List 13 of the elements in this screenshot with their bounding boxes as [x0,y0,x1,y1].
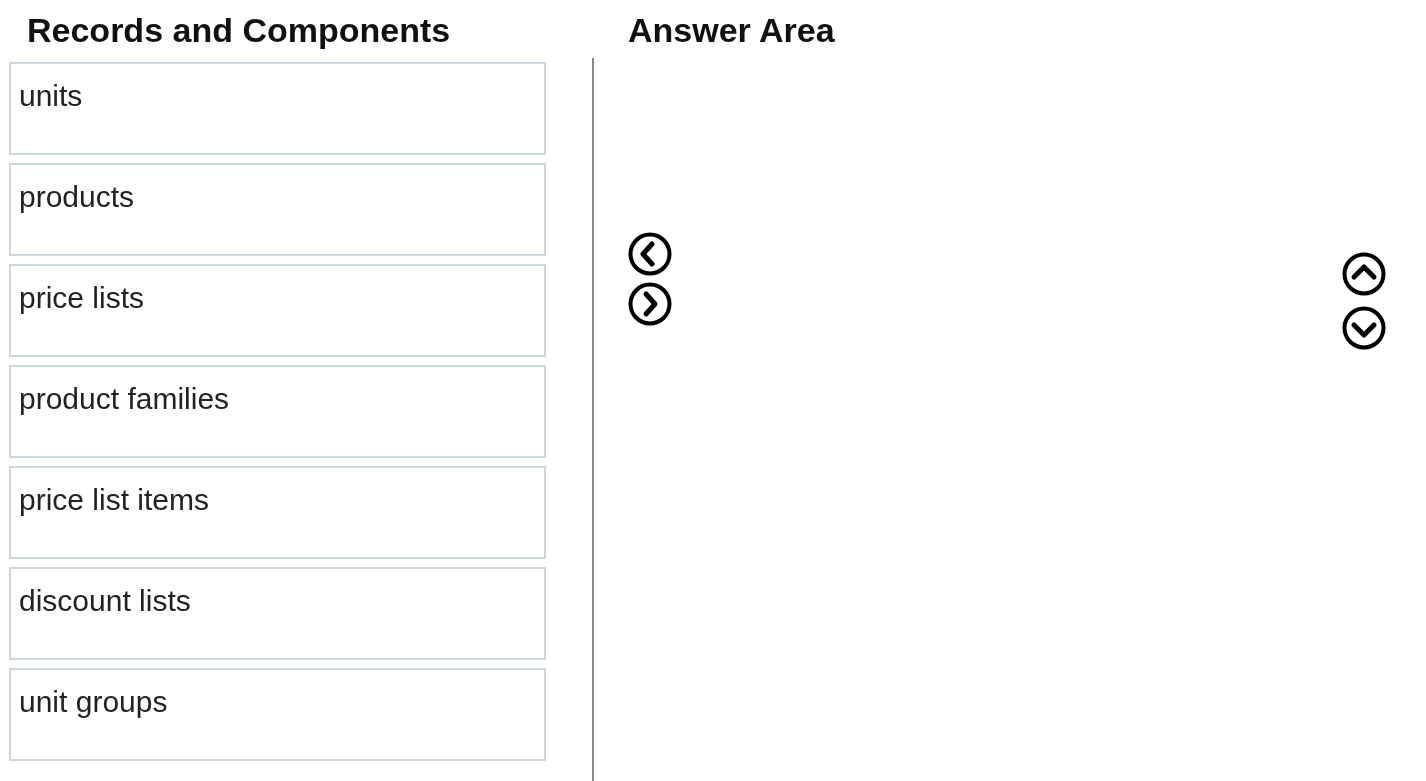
panel-heading: Answer Area [628,10,836,51]
move-down-button[interactable] [1342,306,1386,350]
answer-item[interactable]: products [9,163,546,256]
move-up-button[interactable] [1342,252,1386,296]
answer-item[interactable]: product families [9,365,546,458]
move-left-button[interactable] [628,232,672,276]
answer-item[interactable]: units [9,62,546,155]
answer-item[interactable]: price list items [9,466,546,559]
answer-item[interactable]: discount lists [9,567,546,660]
answer-item[interactable]: unit groups [9,668,546,761]
panel-heading: Records and Components [27,10,452,51]
answer-item[interactable]: price lists [9,264,546,357]
move-right-button[interactable] [628,282,672,326]
